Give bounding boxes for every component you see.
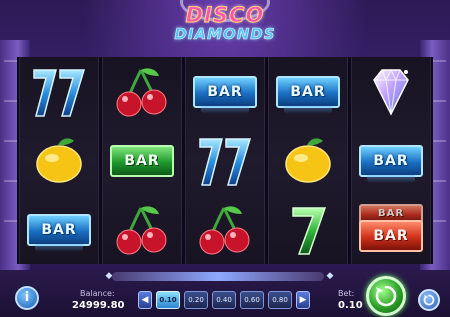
- spin-button[interactable]: [366, 276, 406, 316]
- reel-cell: BAR: [20, 195, 98, 264]
- reel-1: BAR: [19, 57, 99, 264]
- diamond-icon: [360, 64, 422, 120]
- slider-right-arrow-icon[interactable]: ◆: [324, 270, 336, 282]
- reel-cell: BAR: [186, 57, 264, 126]
- bet-selector: ◀ 0.10 0.20 0.40 0.60 0.80 ▶: [138, 291, 310, 309]
- bar-red-symbol: BAR BAR: [359, 203, 423, 256]
- reel-cell: [186, 195, 264, 264]
- reel-2: BAR: [102, 57, 182, 264]
- autoplay-button[interactable]: [418, 289, 440, 311]
- reel-4: BAR: [268, 57, 348, 264]
- bar-blue-symbol: BAR: [359, 144, 423, 183]
- seven-blue-icon: [28, 64, 90, 120]
- bar-blue-symbol: BAR: [276, 75, 340, 114]
- reel-cell: [103, 57, 181, 126]
- lemon-icon: [28, 133, 90, 189]
- cherry-icon: [194, 202, 256, 258]
- reel-cell: [20, 57, 98, 126]
- reel-cell: [20, 126, 98, 195]
- bet-chip[interactable]: 0.40: [212, 291, 236, 309]
- cherry-icon: [111, 64, 173, 120]
- reel-cell: BAR: [269, 57, 347, 126]
- bet-label: Bet:: [338, 289, 355, 298]
- reel-cell: BAR BAR: [352, 195, 430, 264]
- spin-arrows-icon: [375, 285, 397, 307]
- logo-title-bottom: DIAMONDS: [174, 25, 276, 44]
- bar-green-symbol: BAR: [110, 144, 174, 177]
- reel-cell: [186, 126, 264, 195]
- bar-blue-symbol: BAR: [27, 213, 91, 252]
- bet-increase-button[interactable]: ▶: [296, 291, 310, 309]
- game-logo: DISCO DIAMONDS: [150, 0, 300, 50]
- bet-chip[interactable]: 0.10: [156, 291, 180, 309]
- bet-value: 0.10: [338, 300, 363, 311]
- lemon-icon: [277, 133, 339, 189]
- bet-chip[interactable]: 0.60: [240, 291, 264, 309]
- reel-cell: [352, 57, 430, 126]
- seven-blue-icon: [194, 133, 256, 189]
- game-stage: DISCO DIAMONDS BAR BAR BAR BAR BAR BAR BAR ◆ ◆…: [0, 0, 450, 317]
- bar-blue-symbol: BAR: [193, 75, 257, 114]
- info-button[interactable]: i: [15, 286, 39, 310]
- logo-title-top: DISCO: [185, 3, 265, 28]
- bet-chip[interactable]: 0.80: [268, 291, 292, 309]
- reel-3: BAR: [185, 57, 265, 264]
- autoplay-icon: [423, 294, 435, 306]
- bet-chip[interactable]: 0.20: [184, 291, 208, 309]
- bet-slider[interactable]: [112, 272, 324, 281]
- reel-cell: [269, 126, 347, 195]
- balance-label: Balance:: [80, 289, 115, 298]
- cherry-icon: [111, 202, 173, 258]
- balance-value: 24999.80: [72, 300, 125, 311]
- bet-decrease-button[interactable]: ◀: [138, 291, 152, 309]
- reel-cell: BAR: [103, 126, 181, 195]
- seven-green-icon: [277, 202, 339, 258]
- reel-cell: BAR: [352, 126, 430, 195]
- reels-grid: BAR BAR BAR BAR BAR BAR BAR: [17, 57, 433, 264]
- bet-chip-list: 0.10 0.20 0.40 0.60 0.80: [156, 291, 292, 309]
- reel-5: BAR BAR BAR: [351, 57, 431, 264]
- reel-cell: [269, 195, 347, 264]
- reel-cell: [103, 195, 181, 264]
